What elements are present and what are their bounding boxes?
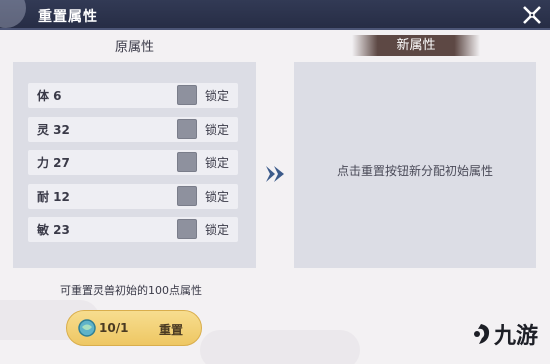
decorative-cloud: [200, 330, 360, 364]
lock-label: 锁定: [205, 223, 230, 237]
stat-row-endurance: 耐 12 锁定: [28, 184, 238, 209]
lock-label: 锁定: [205, 156, 230, 170]
stat-row-strength: 力 27 锁定: [28, 150, 238, 175]
moon-decoration: [0, 0, 26, 28]
watermark-logo-icon: [474, 324, 490, 344]
lock-checkbox[interactable]: [177, 119, 197, 139]
new-attributes-hint: 点击重置按钮新分配初始属性: [336, 163, 493, 178]
reset-note: 可重置灵兽初始的100点属性: [60, 284, 202, 297]
reset-count: 10/1: [99, 321, 129, 335]
arrow-right-icon: [266, 166, 284, 182]
new-attributes-heading: 新属性: [352, 35, 480, 56]
stat-label: 灵 32: [37, 123, 70, 137]
stat-row-constitution: 体 6 锁定: [28, 83, 238, 108]
stat-label: 敏 23: [37, 223, 70, 237]
stat-row-agility: 敏 23 锁定: [28, 217, 238, 242]
watermark: 九游: [470, 318, 538, 350]
stat-label: 体 6: [37, 89, 62, 103]
new-attributes-panel: 点击重置按钮新分配初始属性: [294, 62, 536, 268]
close-button[interactable]: [518, 1, 546, 29]
stat-label: 耐 12: [37, 190, 70, 204]
lock-label: 锁定: [205, 123, 230, 137]
lock-label: 锁定: [205, 89, 230, 103]
lock-label: 锁定: [205, 190, 230, 204]
close-icon: [523, 6, 541, 24]
lock-checkbox[interactable]: [177, 85, 197, 105]
gem-icon: [78, 319, 96, 337]
lock-checkbox[interactable]: [177, 186, 197, 206]
window-title: 重置属性: [38, 9, 98, 25]
stat-label: 力 27: [37, 156, 70, 170]
reset-button[interactable]: 10/1 重置: [66, 310, 202, 346]
original-attributes-heading: 原属性: [114, 40, 154, 55]
lock-checkbox[interactable]: [177, 219, 197, 239]
reset-label: 重置: [159, 323, 184, 337]
lock-checkbox[interactable]: [177, 152, 197, 172]
watermark-text: 九游: [494, 324, 539, 349]
stat-row-spirit: 灵 32 锁定: [28, 117, 238, 142]
title-bar: 重置属性: [0, 0, 550, 30]
